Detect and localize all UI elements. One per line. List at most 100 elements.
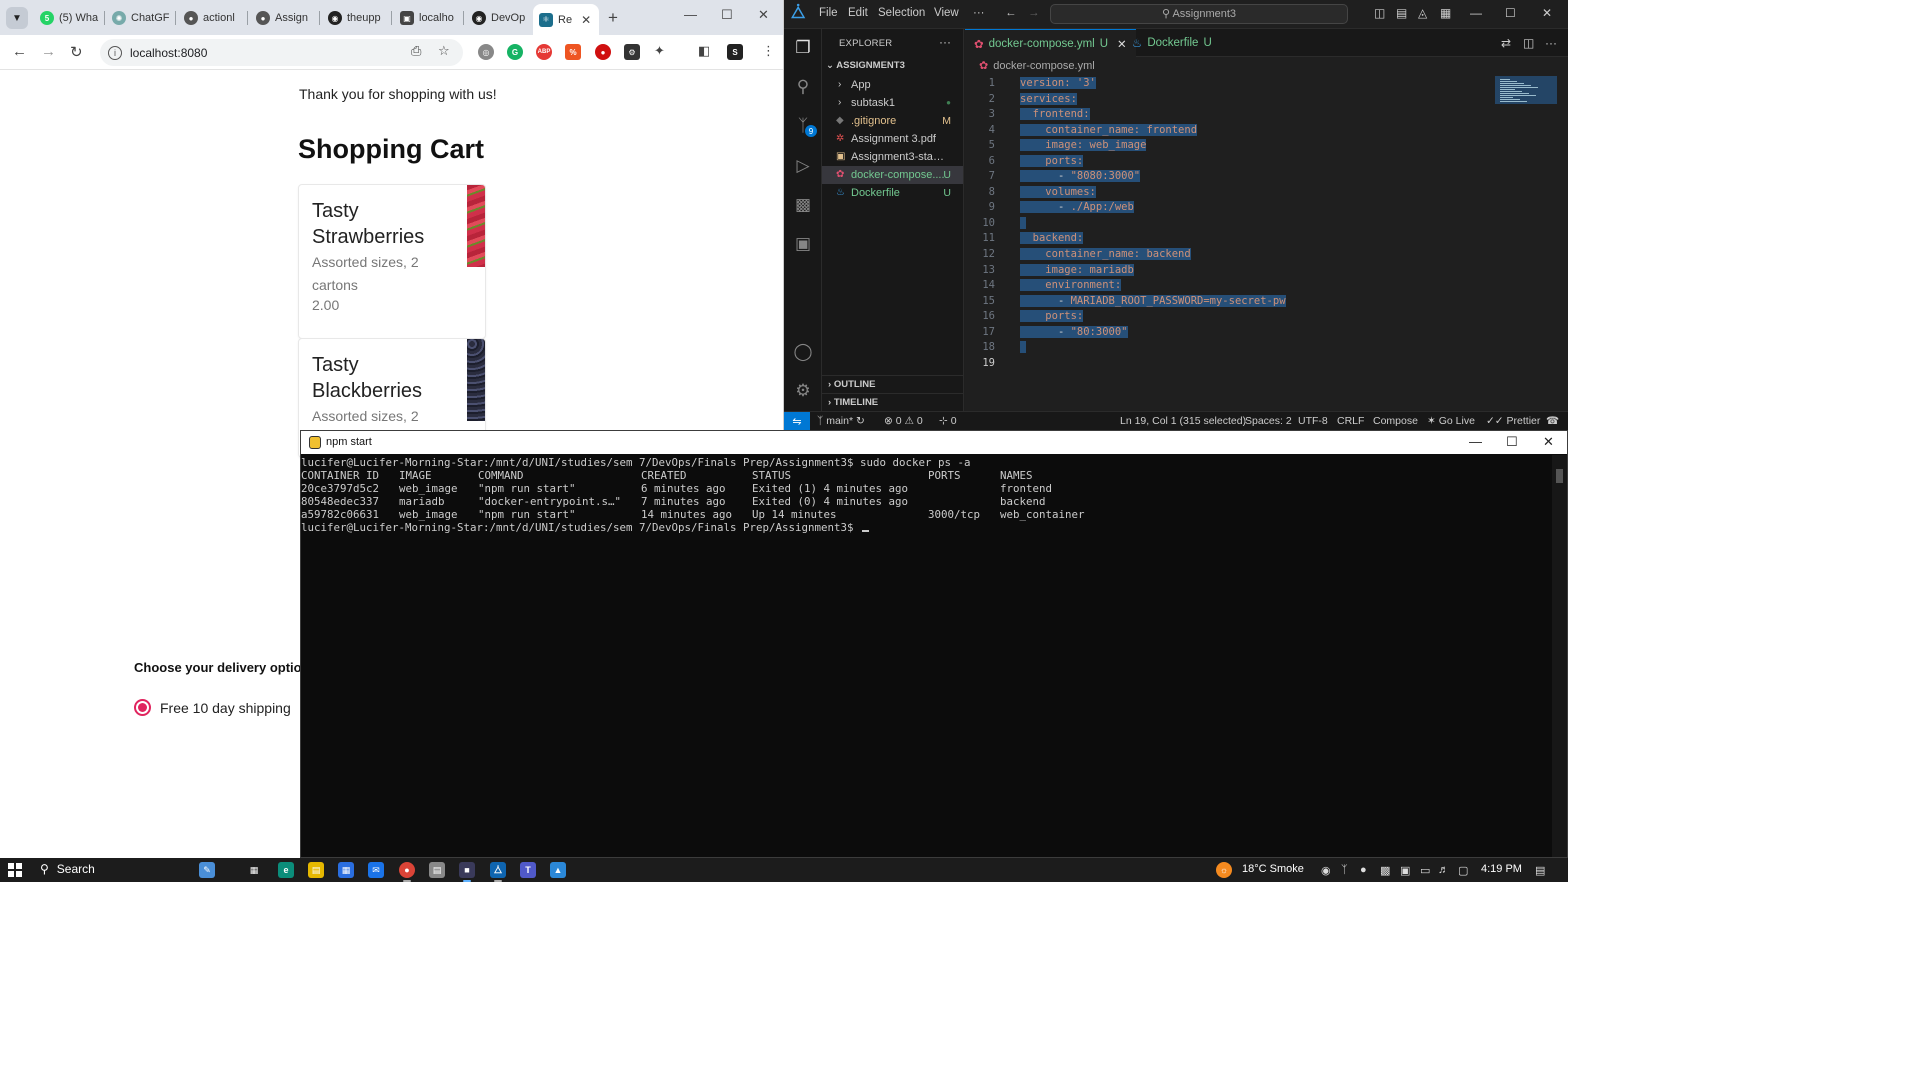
timeline-section[interactable]: › TIMELINE: [822, 393, 963, 411]
clock[interactable]: 4:19 PM: [1481, 863, 1522, 875]
edge-icon[interactable]: e: [278, 862, 294, 878]
install-app-icon[interactable]: ⎙: [411, 43, 421, 59]
menu-edit[interactable]: Edit: [848, 7, 868, 19]
encoding-status[interactable]: UTF-8: [1298, 415, 1328, 427]
linux-terminal-icon[interactable]: ■: [459, 862, 475, 878]
more-actions-icon[interactable]: ···: [939, 35, 951, 49]
task-view-icon[interactable]: ▦: [246, 862, 262, 878]
ports-status[interactable]: ⊹ 0: [939, 415, 957, 427]
bookmark-star-icon[interactable]: ☆: [438, 43, 450, 59]
teams-tray-icon[interactable]: ◉: [1321, 864, 1331, 877]
tab-search-button[interactable]: ▼: [6, 7, 28, 29]
store-icon[interactable]: ▦: [338, 862, 354, 878]
extensions-icon[interactable]: ▩: [792, 194, 814, 216]
close-window-icon[interactable]: ✕: [1542, 6, 1552, 20]
teams-icon[interactable]: T: [520, 862, 536, 878]
outline-section[interactable]: › OUTLINE: [822, 375, 963, 393]
tree-item-subtask1[interactable]: › subtask1 ●: [822, 94, 963, 112]
tree-item-pdf[interactable]: ✲ Assignment 3.pdf: [822, 130, 963, 148]
indentation-status[interactable]: Spaces: 2: [1245, 415, 1292, 427]
tab-whatsapp[interactable]: 5 (5) Wha: [34, 6, 100, 30]
file-explorer-icon[interactable]: ▤: [308, 862, 324, 878]
photos-icon[interactable]: ▲: [550, 862, 566, 878]
minimize-icon[interactable]: —: [684, 7, 697, 22]
close-window-icon[interactable]: ✕: [758, 7, 769, 23]
menu-view[interactable]: View: [934, 7, 959, 19]
meet-now-icon[interactable]: ▣: [1400, 864, 1410, 877]
tab-chatgpt[interactable]: ✺ ChatGF: [106, 6, 172, 30]
go-live-button[interactable]: ✶ Go Live: [1427, 415, 1475, 427]
weather-status[interactable]: 18°C Smoke: [1242, 863, 1304, 875]
open-changes-icon[interactable]: ⇄: [1501, 36, 1511, 50]
tree-item-staging[interactable]: ▣ Assignment3-staging-...: [822, 148, 963, 166]
display-icon[interactable]: ▢: [1458, 864, 1468, 877]
toggle-secondary-sidebar-icon[interactable]: ◬: [1418, 6, 1427, 20]
remote-indicator-icon[interactable]: ⇋: [784, 412, 810, 430]
run-debug-icon[interactable]: ▷: [792, 155, 814, 177]
editor-tab-dockerfile[interactable]: ♨ Dockerfile U: [1123, 29, 1221, 57]
customize-layout-icon[interactable]: ▦: [1440, 6, 1451, 20]
cursor-position[interactable]: Ln 19, Col 1 (315 selected): [1120, 415, 1246, 427]
extensions-puzzle-icon[interactable]: ✦: [654, 43, 665, 59]
windows-start-icon[interactable]: [8, 863, 22, 877]
grammarly-icon[interactable]: G: [507, 44, 523, 60]
chrome-icon[interactable]: ●: [399, 862, 415, 878]
minimize-icon[interactable]: —: [1470, 6, 1482, 20]
notifications-icon[interactable]: ▤: [1535, 864, 1545, 877]
extension-icon[interactable]: %: [565, 44, 581, 60]
site-info-icon[interactable]: i: [108, 45, 122, 60]
address-bar[interactable]: i localhost:8080: [100, 39, 463, 66]
reload-icon[interactable]: ↻: [70, 43, 83, 61]
search-highlight-icon[interactable]: ✎: [199, 862, 215, 878]
tab-localhost[interactable]: ▣ localho: [394, 6, 460, 30]
explorer-icon[interactable]: ❐: [792, 37, 814, 59]
extension-globe-icon[interactable]: ◎: [478, 44, 494, 60]
bluetooth-icon[interactable]: ᛉ: [1341, 864, 1348, 876]
prettier-status[interactable]: ✓✓ Prettier: [1486, 415, 1540, 427]
close-icon[interactable]: ✕: [581, 13, 591, 27]
remote-explorer-icon[interactable]: ▣: [792, 233, 814, 255]
language-mode[interactable]: Compose: [1373, 415, 1418, 427]
terminal-scrollbar[interactable]: [1552, 455, 1567, 857]
tab-actionl[interactable]: ● actionl: [178, 6, 244, 30]
branch-status[interactable]: ᛉ main* ↻: [817, 415, 865, 427]
vscode-taskbar-icon[interactable]: ⧊: [490, 862, 506, 878]
tree-item-dockerfile[interactable]: ♨ Dockerfile U: [822, 184, 963, 202]
split-editor-icon[interactable]: ◫: [1523, 36, 1534, 50]
account-icon[interactable]: ◯: [792, 341, 814, 363]
taskbar-search[interactable]: ⚲ Search: [40, 862, 95, 876]
close-window-icon[interactable]: ✕: [1543, 434, 1554, 450]
command-center-search[interactable]: ⚲ Assignment3: [1050, 4, 1348, 24]
search-icon[interactable]: ⚲: [792, 76, 814, 98]
toggle-panel-icon[interactable]: ▤: [1396, 6, 1407, 20]
breadcrumb[interactable]: ✿ docker-compose.yml: [979, 59, 1095, 73]
delivery-option-free[interactable]: Free 10 day shipping: [134, 699, 291, 716]
workspace-root[interactable]: ⌄ ASSIGNMENT3: [826, 60, 905, 71]
side-panel-icon[interactable]: ◧: [698, 43, 710, 59]
toggle-sidebar-icon[interactable]: ◫: [1374, 6, 1385, 20]
editor-tab-docker-compose[interactable]: ✿ docker-compose.yml U ✕: [965, 29, 1136, 57]
menu-selection[interactable]: Selection: [878, 7, 925, 19]
profile-avatar[interactable]: S: [727, 44, 743, 60]
tree-item-app[interactable]: › App: [822, 76, 963, 94]
mail-icon[interactable]: ✉: [368, 862, 384, 878]
settings-gear-icon[interactable]: ⚙: [792, 380, 814, 402]
forward-icon[interactable]: →: [1028, 7, 1040, 19]
back-icon[interactable]: ←: [1005, 7, 1017, 19]
terminal-prompt[interactable]: lucifer@Lucifer-Morning-Star:/mnt/d/UNI/…: [301, 521, 870, 534]
new-tab-button[interactable]: +: [608, 8, 618, 28]
product-card[interactable]: Tasty Strawberries Assorted sizes, 2 car…: [298, 184, 486, 339]
battery-icon[interactable]: ▭: [1420, 864, 1430, 877]
eol-status[interactable]: CRLF: [1337, 415, 1364, 427]
menu-kebab-icon[interactable]: ⋮: [762, 43, 775, 59]
volume-icon[interactable]: ♬: [1438, 864, 1449, 876]
tree-item-docker-compose[interactable]: ✿ docker-compose.... U: [822, 166, 963, 184]
weather-icon[interactable]: ☼: [1216, 862, 1232, 878]
problems-status[interactable]: ⊗ 0 ⚠ 0: [884, 415, 923, 427]
tab-theupp[interactable]: ◉ theupp: [322, 6, 388, 30]
tab-react-active[interactable]: ⚛ Re ✕: [533, 4, 599, 35]
menu-file[interactable]: File: [819, 7, 838, 19]
chrome-tray-icon[interactable]: ●: [1360, 864, 1367, 876]
radio-selected-icon[interactable]: [134, 699, 151, 716]
maximize-icon[interactable]: ☐: [721, 7, 733, 23]
